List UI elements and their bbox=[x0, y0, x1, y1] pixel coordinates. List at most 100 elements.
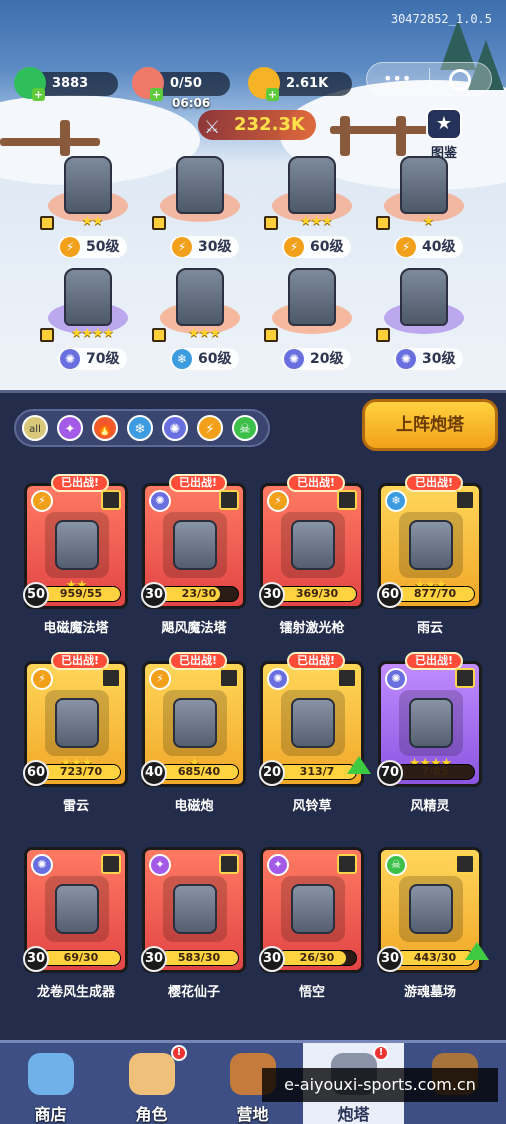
tower-slot[interactable]: ★★★ ⚡ 60级 bbox=[264, 150, 360, 270]
grid-icon bbox=[101, 854, 121, 874]
card-level: 30 bbox=[141, 946, 167, 972]
tower-art bbox=[281, 876, 345, 942]
grid-icon bbox=[219, 490, 239, 510]
tower-art bbox=[45, 690, 109, 756]
filter-arcane[interactable]: ✦ bbox=[57, 415, 83, 441]
lightning-icon: ⚡ bbox=[172, 237, 192, 257]
tower-slot[interactable]: ★★★ ❄ 60级 bbox=[152, 262, 248, 382]
card-level: 30 bbox=[259, 582, 285, 608]
tower-card[interactable]: 已出战! ✺ 313/7 20 bbox=[259, 652, 371, 787]
close-target-icon[interactable] bbox=[449, 69, 471, 91]
tower-card[interactable]: ✺ 69/30 30 bbox=[23, 847, 128, 973]
tower-sprite bbox=[409, 520, 453, 570]
tower-sprite bbox=[176, 268, 224, 326]
filter-poison[interactable]: ☠ bbox=[232, 415, 258, 441]
mini-program-menu[interactable]: ••• bbox=[366, 62, 492, 96]
filter-wind[interactable]: ✺ bbox=[162, 415, 188, 441]
sword-icon: ⚔ bbox=[204, 117, 221, 138]
grid-icon bbox=[152, 328, 166, 342]
deploy-towers-button[interactable]: 上阵炮塔 bbox=[362, 399, 498, 451]
filter-fire[interactable]: 🔥 bbox=[92, 415, 118, 441]
poison-icon: ☠ bbox=[385, 854, 407, 876]
tower-sprite bbox=[291, 520, 335, 570]
tower-card[interactable]: ✦ 583/30 30 bbox=[141, 847, 246, 973]
tower-card[interactable]: 已出战!⚡★685/4040 bbox=[141, 652, 246, 787]
tower-slot[interactable]: ★★★★ ✺ 70级 bbox=[40, 262, 136, 382]
tower-slot[interactable]: ✺ 30级 bbox=[376, 262, 472, 382]
progress-text: 7/85 bbox=[421, 765, 449, 778]
tower-sprite bbox=[64, 156, 112, 214]
tower-art bbox=[163, 876, 227, 942]
tower-card[interactable]: 已出战!❄★★★877/7060 bbox=[377, 474, 482, 609]
add-gold-icon[interactable]: + bbox=[266, 88, 279, 101]
gem-counter[interactable]: + 3883 bbox=[14, 67, 118, 101]
grid-icon bbox=[264, 328, 278, 342]
lightning-icon: ⚡ bbox=[31, 668, 53, 690]
nav-tab[interactable]: 商店 bbox=[0, 1043, 101, 1124]
tower-level: ✺ 20级 bbox=[282, 348, 352, 370]
stamina-counter[interactable]: + 0/50 bbox=[132, 67, 230, 101]
tower-card[interactable]: 已出战!✺★★★★7/8570 bbox=[377, 652, 482, 787]
gold-counter[interactable]: + 2.61K bbox=[248, 67, 352, 101]
filter-ice[interactable]: ❄ bbox=[127, 415, 153, 441]
progress-bar: 23/30 bbox=[159, 586, 239, 602]
element-filter-bar: all ✦ 🔥 ❄ ✺ ⚡ ☠ bbox=[14, 409, 270, 447]
card-level: 30 bbox=[141, 582, 167, 608]
shop-icon bbox=[28, 1053, 74, 1095]
wind-icon: ✺ bbox=[284, 349, 304, 369]
tower-slot[interactable]: ⚡ 30级 bbox=[152, 150, 248, 270]
arcane-icon: ✦ bbox=[267, 854, 289, 876]
grid-icon bbox=[40, 216, 54, 230]
card-level: 40 bbox=[141, 760, 167, 786]
tower-card[interactable]: 已出战! ⚡ 369/30 30 bbox=[259, 474, 364, 609]
filter-all[interactable]: all bbox=[22, 415, 48, 441]
nav-tab[interactable]: 角色! bbox=[101, 1043, 202, 1124]
card-level: 20 bbox=[259, 760, 285, 786]
wind-icon: ✺ bbox=[149, 490, 171, 512]
combat-power: ⚔ 232.3K bbox=[198, 110, 316, 140]
tower-card[interactable]: ✦ 26/30 30 bbox=[259, 847, 364, 973]
progress-bar: 877/70 bbox=[395, 586, 475, 602]
tower-card[interactable]: ☠ 443/30 30 bbox=[377, 847, 489, 973]
deployed-ribbon: 已出战! bbox=[169, 652, 228, 670]
tower-slot[interactable]: ✺ 20级 bbox=[264, 262, 360, 382]
star-rating: ★★ bbox=[81, 214, 103, 229]
grid-icon bbox=[337, 490, 357, 510]
progress-bar: 685/40 bbox=[159, 764, 239, 780]
add-stamina-icon[interactable]: + bbox=[150, 88, 163, 101]
build-version: 30472852_1.0.5 bbox=[390, 12, 492, 26]
tower-slot[interactable]: ★★ ⚡ 50级 bbox=[40, 150, 136, 270]
wind-icon: ✺ bbox=[31, 854, 53, 876]
progress-bar: 443/30 bbox=[395, 950, 475, 966]
tower-scene: 30472852_1.0.5 + 3883 + 0/50 06:06 + 2.6… bbox=[0, 0, 506, 390]
filter-lightning[interactable]: ⚡ bbox=[197, 415, 223, 441]
wind-icon: ✺ bbox=[267, 668, 289, 690]
tower-art bbox=[45, 876, 109, 942]
progress-bar: 69/30 bbox=[41, 950, 121, 966]
wind-icon: ✺ bbox=[396, 349, 416, 369]
tower-art bbox=[45, 512, 109, 578]
add-gems-icon[interactable]: + bbox=[32, 88, 45, 101]
lightning-icon: ⚡ bbox=[267, 490, 289, 512]
progress-text: 313/7 bbox=[299, 765, 335, 778]
tower-card[interactable]: 已出战!⚡★★★723/7060 bbox=[23, 652, 128, 787]
tower-card[interactable]: 已出战! ✺ 23/30 30 bbox=[141, 474, 246, 609]
grid-icon bbox=[152, 216, 166, 230]
deployed-ribbon: 已出战! bbox=[51, 474, 110, 492]
card-name: 樱花仙子 bbox=[167, 985, 220, 1000]
progress-bar: 369/30 bbox=[277, 586, 357, 602]
card-name: 风铃草 bbox=[292, 799, 332, 814]
tower-sprite bbox=[288, 156, 336, 214]
tower-slot[interactable]: ★ ⚡ 40级 bbox=[376, 150, 472, 270]
progress-text: 69/30 bbox=[63, 951, 99, 964]
level-text: 50级 bbox=[86, 239, 120, 255]
more-icon[interactable]: ••• bbox=[383, 71, 411, 87]
card-name: 游魂墓场 bbox=[403, 985, 456, 1000]
card-level: 60 bbox=[23, 760, 49, 786]
progress-bar: 7/85 bbox=[395, 764, 475, 780]
tower-level: ✺ 30级 bbox=[394, 348, 464, 370]
tower-card[interactable]: 已出战!⚡★★959/5550 bbox=[23, 474, 128, 609]
progress-text: 583/30 bbox=[177, 951, 221, 964]
tower-sprite bbox=[173, 520, 217, 570]
deployed-ribbon: 已出战! bbox=[169, 474, 228, 492]
